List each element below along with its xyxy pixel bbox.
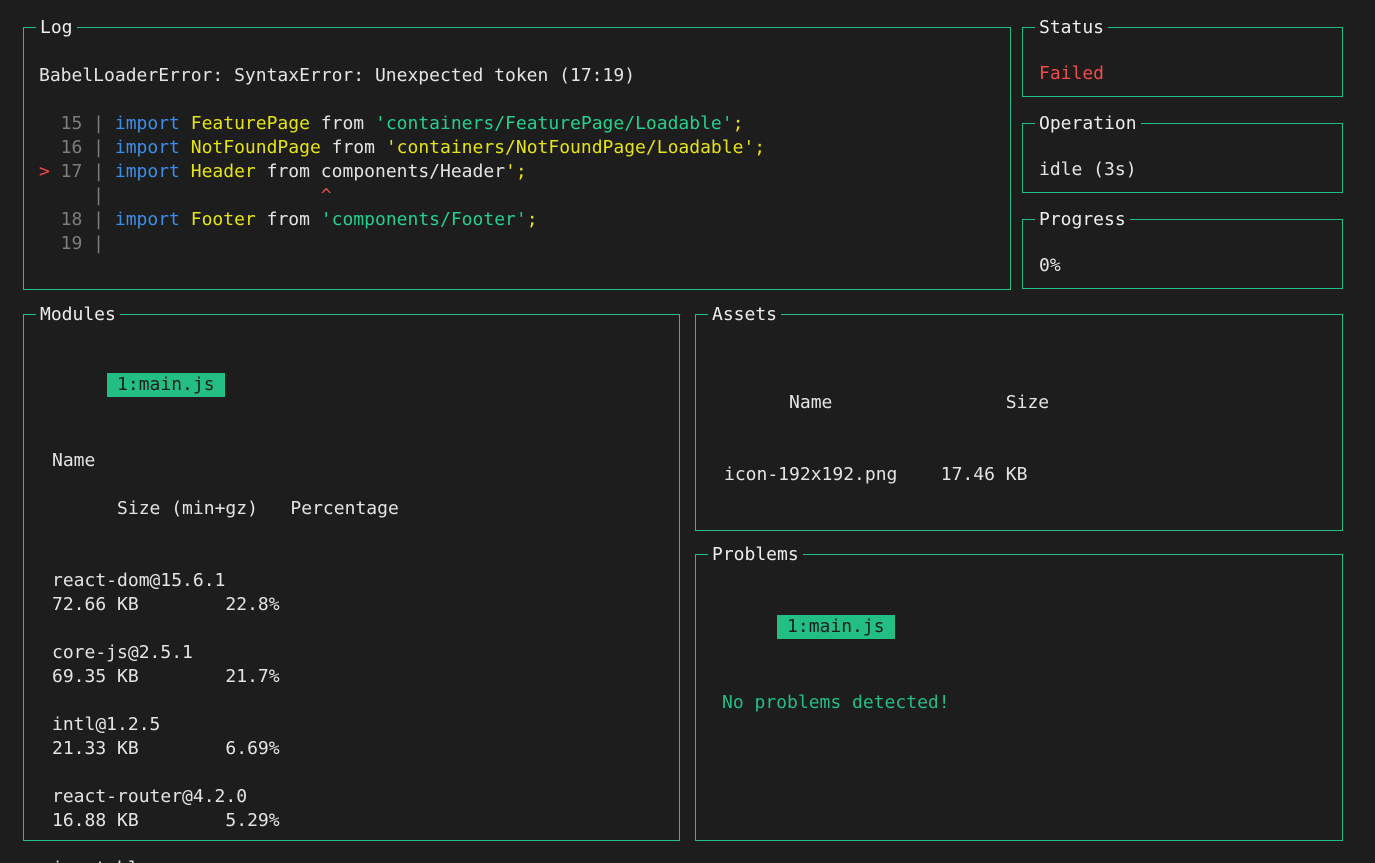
- progress-panel-title: Progress: [1035, 208, 1130, 232]
- progress-panel: Progress 0%: [1022, 219, 1343, 289]
- code-line: 18 | import Footer from 'components/Foot…: [39, 208, 1010, 232]
- status-panel: Status Failed: [1022, 27, 1343, 97]
- spacer: [52, 545, 679, 569]
- assets-header-name: Name: [789, 391, 1006, 415]
- asset-row: icon-192x192.png17.46 KB: [724, 463, 1342, 487]
- module-row: core-js@2.5.169.35 KB21.7%: [52, 641, 679, 689]
- module-row: immutable15.25 KB4.78%: [52, 857, 679, 863]
- modules-header-percentage: Percentage: [290, 498, 398, 519]
- log-panel: Log BabelLoaderError: SyntaxError: Unexp…: [23, 27, 1011, 290]
- spacer: [52, 761, 679, 785]
- problems-bundle-badge: 1:main.js: [777, 615, 895, 639]
- status-value: Failed: [1039, 62, 1342, 86]
- assets-header-row: NameSize: [724, 367, 1342, 439]
- spacer: [52, 833, 679, 857]
- error-message: BabelLoaderError: SyntaxError: Unexpecte…: [39, 64, 1010, 88]
- modules-badge-line: 1:main.js: [52, 349, 679, 421]
- code-line: 15 | import FeaturePage from 'containers…: [39, 112, 1010, 136]
- spacer: [724, 439, 1342, 463]
- assets-panel-title: Assets: [708, 303, 781, 327]
- problems-panel: Problems 1:main.js No problems detected!: [695, 554, 1343, 841]
- operation-panel: Operation idle (3s): [1022, 123, 1343, 193]
- module-row: react-dom@15.6.172.66 KB22.8%: [52, 569, 679, 617]
- spacer: [52, 689, 679, 713]
- status-panel-title: Status: [1035, 16, 1108, 40]
- spacer: [39, 88, 1010, 112]
- code-frame: 15 | import FeaturePage from 'containers…: [39, 112, 1010, 256]
- modules-header-name: Name: [52, 449, 679, 473]
- operation-value: idle (3s): [1039, 158, 1342, 182]
- operation-panel-title: Operation: [1035, 112, 1141, 136]
- modules-table: react-dom@15.6.172.66 KB22.8% core-js@2.5…: [52, 545, 679, 863]
- code-line: 16 | import NotFoundPage from 'container…: [39, 136, 1010, 160]
- modules-panel: Modules 1:main.js Name Size (min+gz)Perc…: [23, 314, 680, 841]
- problems-badge-line: 1:main.js: [722, 591, 1342, 663]
- modules-header-size: Size (min+gz): [117, 497, 290, 521]
- problems-message: No problems detected!: [722, 691, 1342, 715]
- assets-header-size: Size: [1006, 392, 1049, 413]
- module-row: intl@1.2.521.33 KB6.69%: [52, 713, 679, 761]
- code-line: | ^: [39, 184, 1010, 208]
- log-panel-title: Log: [36, 16, 77, 40]
- spacer: [722, 667, 1342, 691]
- spacer: [52, 425, 679, 449]
- assets-panel: Assets NameSize icon-192x192.png17.46 KB: [695, 314, 1343, 531]
- assets-table: icon-192x192.png17.46 KB: [724, 463, 1342, 487]
- modules-header-row: Size (min+gz)Percentage: [52, 473, 679, 545]
- problems-panel-title: Problems: [708, 543, 803, 567]
- module-row: react-router@4.2.016.88 KB5.29%: [52, 785, 679, 833]
- webpack-dashboard-screen: { "colors": { "bg": "#1d1d1d", "accent":…: [0, 0, 1375, 863]
- modules-panel-title: Modules: [36, 303, 120, 327]
- spacer: [52, 617, 679, 641]
- code-line: 19 |: [39, 232, 1010, 256]
- code-line: > 17 | import Header from components/Hea…: [39, 160, 1010, 184]
- modules-bundle-badge: 1:main.js: [107, 373, 225, 397]
- progress-value: 0%: [1039, 254, 1342, 278]
